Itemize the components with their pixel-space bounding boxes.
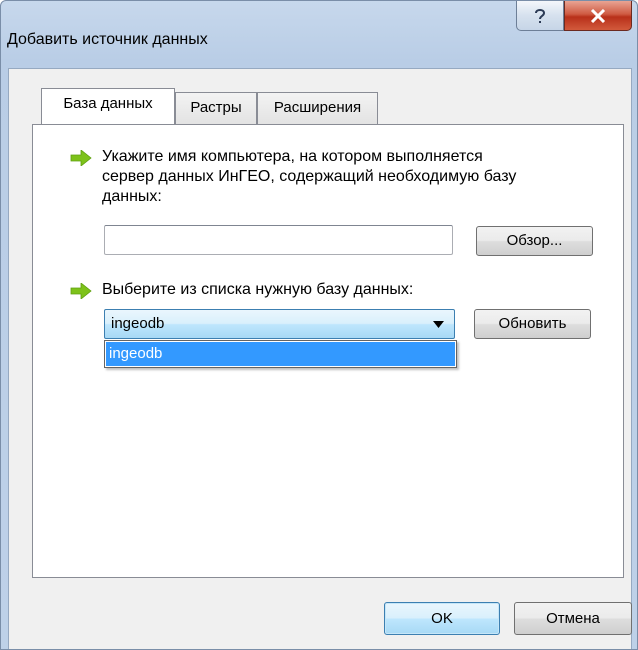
- tab-rasters[interactable]: Растры: [175, 92, 257, 124]
- database-select-value: ingeodb: [111, 315, 165, 332]
- close-button[interactable]: [564, 1, 632, 31]
- cancel-button[interactable]: Отмена: [514, 602, 632, 635]
- browse-button[interactable]: Обзор...: [476, 226, 593, 256]
- browse-button-label: Обзор...: [506, 232, 563, 249]
- ok-button[interactable]: OK: [384, 602, 500, 635]
- server-name-input[interactable]: [104, 225, 453, 255]
- database-select[interactable]: ingeodb: [104, 309, 455, 339]
- dropdown-arrow-icon: [433, 321, 444, 328]
- database-dropdown-list: ingeodb: [104, 340, 457, 368]
- close-icon: [590, 8, 606, 23]
- green-arrow-icon: [70, 150, 92, 166]
- tab-database-label: База данных: [63, 95, 153, 112]
- help-button[interactable]: [516, 1, 564, 31]
- dropdown-option[interactable]: ingeodb: [106, 342, 455, 366]
- step2-instruction: Выберите из списка нужную базу данных:: [102, 281, 414, 298]
- window-title: Добавить источник данных: [7, 31, 208, 48]
- refresh-button[interactable]: Обновить: [474, 309, 591, 339]
- tab-database[interactable]: База данных: [41, 88, 175, 124]
- green-arrow-icon: [70, 283, 92, 299]
- step1-line3: данных:: [102, 188, 162, 205]
- tab-extensions-label: Расширения: [273, 99, 362, 116]
- refresh-button-label: Обновить: [498, 315, 567, 332]
- help-icon: [535, 8, 546, 23]
- step1-line1: Укажите имя компьютера, на котором выпол…: [102, 148, 483, 165]
- ok-button-label: OK: [431, 610, 453, 627]
- step1-line2: сервер данных ИнГЕО, содержащий необходи…: [102, 168, 517, 185]
- cancel-button-label: Отмена: [546, 610, 600, 627]
- tab-rasters-label: Растры: [190, 99, 242, 116]
- title-bar[interactable]: Добавить источник данных: [1, 1, 637, 71]
- step1-instruction: Укажите имя компьютера, на котором выпол…: [102, 147, 516, 207]
- tab-extensions[interactable]: Расширения: [257, 92, 378, 124]
